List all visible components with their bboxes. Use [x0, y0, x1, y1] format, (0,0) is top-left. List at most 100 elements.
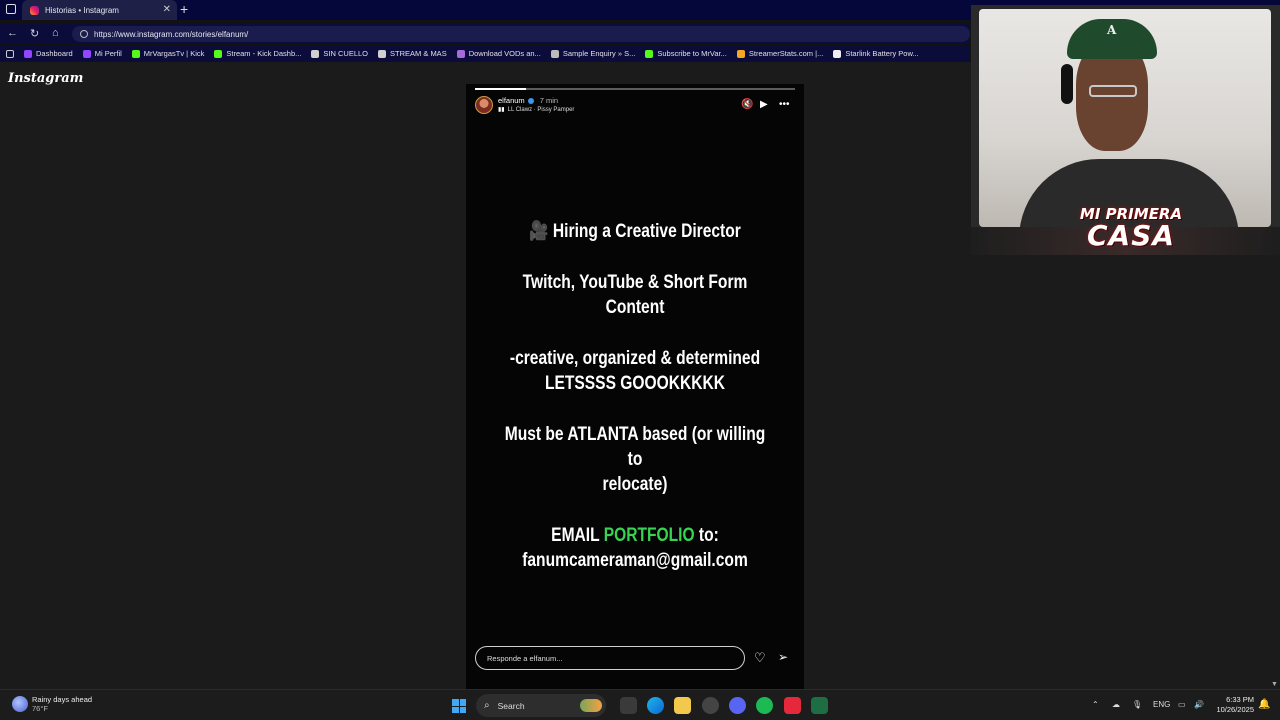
bookmark-label: MrVargasTv | Kick [143, 49, 205, 58]
bookmark-favicon-icon [311, 49, 320, 58]
bookmark-favicon-icon [24, 49, 32, 58]
bookmark-item[interactable]: Sample Enquiry » S... [550, 49, 636, 58]
bookmark-label: Mi Perfil [94, 49, 122, 58]
system-clock[interactable]: 6:33 PM 10/26/2025 [1212, 695, 1254, 715]
verified-badge-icon [527, 98, 534, 105]
story-music[interactable]: ▮▮ LL Clawz · Pissy Pamper [498, 106, 574, 113]
bookmark-item[interactable]: Download VODs an... [456, 49, 541, 58]
obs-icon[interactable] [702, 697, 719, 714]
bookmark-item[interactable]: Stream - Kick Dashb... [214, 49, 301, 58]
windows-start-icon[interactable] [452, 699, 466, 713]
story-title-line: 🎥 Hiring a Creative Director [496, 219, 773, 244]
bookmark-label: Sample Enquiry » S... [562, 49, 636, 58]
bookmark-favicon-icon [645, 49, 654, 58]
edge-browser-icon[interactable] [647, 697, 664, 714]
glasses-icon [1089, 85, 1137, 97]
music-bars-icon: ▮▮ [498, 107, 505, 113]
instagram-favicon-icon [30, 5, 39, 15]
story-line-qualities-a: -creative, organized & determined [509, 348, 761, 369]
site-info-icon[interactable] [80, 30, 88, 38]
clock-date: 10/26/2025 [1216, 705, 1254, 714]
stream-brand-logo: MI PRIMERA CASA [1071, 207, 1191, 250]
mute-icon[interactable]: 🔇 [741, 99, 753, 110]
bookmark-favicon-icon [214, 49, 223, 58]
webcam-overlay: A MI PRIMERA CASA [971, 5, 1280, 255]
home-icon[interactable]: ⌂ [52, 27, 59, 39]
onedrive-icon[interactable]: ☁ [1112, 700, 1120, 709]
avatar[interactable] [475, 96, 493, 114]
app-red-icon[interactable] [784, 697, 801, 714]
url-field[interactable]: https://www.instagram.com/stories/elfanu… [72, 26, 970, 42]
play-icon[interactable]: ▶ [760, 99, 768, 110]
story-text-overlay: 🎥 Hiring a Creative Director Twitch, You… [496, 219, 773, 599]
address-bar-row: ← ↻ ⌂ https://www.instagram.com/stories/… [0, 24, 970, 44]
bookmark-label: StreamerStats.com |... [748, 49, 824, 58]
story-email-prompt: EMAIL PORTFOLIO to: [496, 523, 773, 548]
weather-widget[interactable]: Rainy days ahead 76°F [12, 695, 92, 713]
story-line-location-b: relocate) [602, 474, 668, 495]
bookmark-favicon-icon [550, 49, 559, 58]
bookmark-label: Starlink Battery Pow... [845, 49, 919, 58]
bookmark-favicon-icon [456, 49, 465, 58]
story-line-email: EMAIL PORTFOLIO to: fanumcameraman@gmail… [496, 523, 773, 573]
taskbar-search[interactable]: ⌕ Search [476, 694, 606, 717]
bookmark-favicon-icon [82, 49, 91, 58]
bookmark-item[interactable]: Subscribe to MrVar... [645, 49, 727, 58]
bookmark-favicon-icon [833, 49, 842, 58]
tray-chevron-icon[interactable]: ⌃ [1092, 700, 1099, 709]
spotify-icon[interactable] [756, 697, 773, 714]
weather-temp: 76°F [32, 704, 48, 713]
tab-close-icon[interactable]: ✕ [163, 4, 171, 15]
bookmark-label: Subscribe to MrVar... [657, 49, 727, 58]
story-progress-fill [475, 88, 527, 90]
weather-icon [12, 696, 28, 712]
excel-icon[interactable] [811, 697, 828, 714]
bookmark-item[interactable]: Dashboard [24, 49, 73, 58]
search-highlight-icon [580, 699, 602, 712]
bookmark-item[interactable]: MrVargasTv | Kick [131, 49, 205, 58]
story-reply-row: ♡ ➢ [475, 646, 795, 670]
bookmark-item[interactable]: SIN CUELLO [311, 49, 368, 58]
portfolio-highlight: PORTFOLIO [603, 525, 695, 546]
bookmark-favicon-icon [378, 49, 387, 58]
reload-icon[interactable]: ↻ [30, 27, 39, 40]
search-icon: ⌕ [484, 700, 490, 711]
email-prefix: EMAIL [551, 525, 600, 546]
microphone-icon[interactable]: 🎙 [1132, 700, 1142, 709]
bookmark-item[interactable]: Mi Perfil [82, 49, 122, 58]
more-options-icon[interactable]: ••• [779, 99, 790, 110]
volume-icon[interactable]: 🔊 [1194, 700, 1204, 709]
bookmark-item[interactable]: Starlink Battery Pow... [833, 49, 919, 58]
instagram-logo[interactable]: Instagram [8, 71, 83, 86]
brand-bottom: CASA [1086, 219, 1176, 252]
send-icon[interactable]: ➢ [778, 650, 788, 664]
story-header: elfanum 7 min ▮▮ LL Clawz · Pissy Pamper 🔇… [475, 96, 795, 118]
story-title: Hiring a Creative Director [552, 221, 741, 242]
story-viewer[interactable]: elfanum 7 min ▮▮ LL Clawz · Pissy Pamper 🔇… [466, 84, 804, 689]
story-username[interactable]: elfanum [498, 96, 525, 105]
tab-instagram[interactable]: Historias • Instagram ✕ [22, 0, 177, 20]
tab-actions-icon[interactable] [6, 4, 16, 14]
bookmark-item[interactable]: StreamerStats.com |... [736, 49, 824, 58]
task-view-icon[interactable] [620, 697, 637, 714]
cap-logo: A [1107, 23, 1117, 37]
bookmark-item[interactable]: STREAM & MAS [378, 49, 447, 58]
file-explorer-icon[interactable] [674, 697, 691, 714]
story-reply-input[interactable] [475, 646, 745, 670]
story-line-location: Must be ATLANTA based (or willing to rel… [496, 422, 773, 497]
network-icon[interactable]: ▭ [1178, 700, 1186, 709]
reading-list-icon[interactable] [6, 49, 14, 58]
weather-title: Rainy days ahead [32, 695, 93, 704]
bookmark-label: STREAM & MAS [390, 49, 447, 58]
story-email-address: fanumcameraman@gmail.com [522, 550, 748, 571]
bookmark-favicon-icon [131, 49, 140, 58]
like-heart-icon[interactable]: ♡ [754, 650, 766, 666]
notifications-icon[interactable]: 🔔 [1258, 699, 1270, 710]
discord-icon[interactable] [729, 697, 746, 714]
email-suffix: to: [698, 525, 719, 546]
language-indicator[interactable]: ENG [1153, 700, 1170, 709]
scroll-down-arrow-icon[interactable]: ▼ [1271, 681, 1278, 688]
back-icon[interactable]: ← [7, 27, 18, 39]
search-label: Search [497, 700, 525, 711]
new-tab-button[interactable]: + [180, 1, 188, 17]
